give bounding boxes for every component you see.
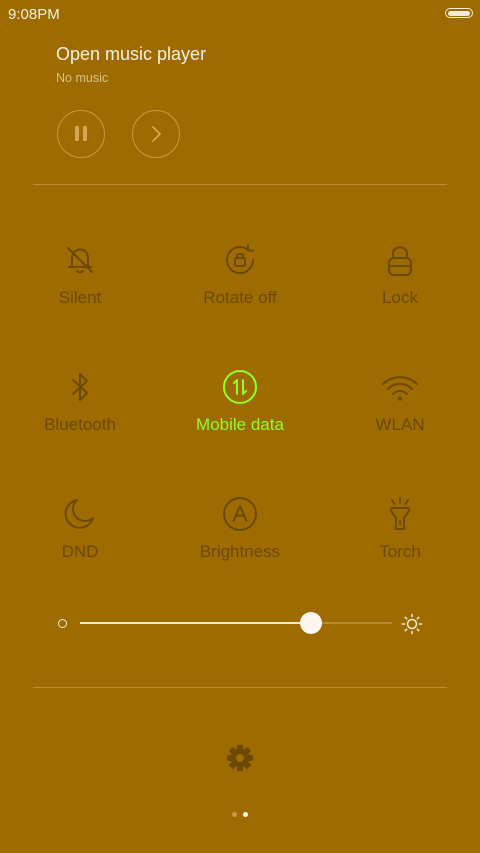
- toggle-torch[interactable]: Torch: [320, 494, 480, 562]
- moon-icon: [64, 499, 94, 529]
- page-indicator: [230, 812, 250, 820]
- divider-bottom: [33, 687, 447, 688]
- rotate-lock-icon: [226, 244, 255, 275]
- auto-brightness-icon: [223, 497, 257, 531]
- page-dot-active[interactable]: [243, 812, 248, 817]
- brightness-slider-fill: [80, 622, 311, 624]
- toggle-label: Brightness: [199, 542, 281, 561]
- toggle-mobile-data[interactable]: Mobile data: [160, 367, 320, 435]
- toggle-label: DND: [61, 542, 99, 561]
- toggle-label: Lock: [382, 288, 418, 307]
- toggle-bluetooth[interactable]: Bluetooth: [0, 367, 160, 435]
- page-dot[interactable]: [232, 812, 237, 817]
- toggle-silent[interactable]: Silent: [0, 240, 160, 308]
- bluetooth-icon: [72, 373, 88, 401]
- music-player-title[interactable]: Open music player: [56, 44, 206, 65]
- toggle-label: Silent: [58, 288, 102, 307]
- lock-icon: [388, 246, 412, 276]
- toggle-label: Bluetooth: [44, 415, 116, 434]
- brightness-low-icon: [58, 619, 67, 628]
- divider-top: [33, 184, 447, 185]
- wifi-icon: [382, 376, 418, 401]
- battery-icon: [445, 8, 473, 18]
- next-button[interactable]: [132, 110, 180, 158]
- mobile-data-icon: [223, 370, 257, 404]
- gear-icon[interactable]: [225, 743, 255, 773]
- brightness-slider[interactable]: [80, 612, 392, 634]
- pause-button[interactable]: [57, 110, 105, 158]
- status-bar: 9:08PM: [0, 0, 480, 28]
- toggle-wlan[interactable]: WLAN: [320, 367, 480, 435]
- toggle-dnd[interactable]: DND: [0, 494, 160, 562]
- toggle-brightness[interactable]: Brightness: [160, 494, 320, 562]
- toggle-rotate[interactable]: Rotate off: [160, 240, 320, 308]
- music-player-subtitle: No music: [56, 71, 109, 85]
- toggle-label: Rotate off: [203, 288, 277, 307]
- torch-icon: [390, 497, 410, 530]
- toggle-label: WLAN: [375, 415, 425, 434]
- bell-off-icon: [67, 247, 93, 274]
- toggle-label: Torch: [379, 542, 421, 561]
- clock: 9:08PM: [8, 6, 60, 23]
- chevron-right-icon: [152, 126, 161, 142]
- toggle-label: Mobile data: [196, 415, 284, 434]
- toggle-lock[interactable]: Lock: [320, 240, 480, 308]
- brightness-slider-thumb[interactable]: [299, 612, 322, 634]
- brightness-high-icon: [401, 613, 423, 635]
